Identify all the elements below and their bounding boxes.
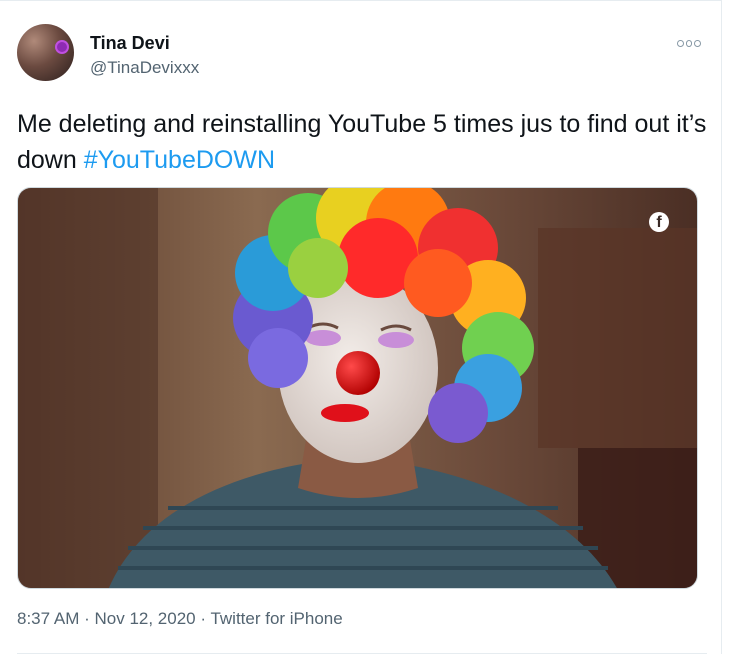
author-handle[interactable]: @TinaDevixxx	[90, 58, 199, 78]
hashtag-link[interactable]: #YouTubeDOWN	[84, 146, 275, 174]
tweet-meta: 8:37 AM · Nov 12, 2020 · Twitter for iPh…	[17, 609, 343, 629]
dot	[694, 39, 702, 47]
dot	[677, 39, 684, 47]
tweet-date[interactable]: Nov 12, 2020	[94, 609, 195, 628]
meme-image	[18, 188, 697, 588]
meta-separator: ·	[79, 609, 95, 628]
author-name[interactable]: Tina Devi	[90, 33, 170, 54]
dot	[685, 39, 693, 47]
avatar[interactable]	[17, 24, 74, 81]
meta-separator: ·	[195, 609, 211, 628]
facebook-icon: f	[649, 212, 669, 232]
tweet-time[interactable]: 8:37 AM	[17, 609, 79, 628]
tweet-card: Tina Devi @TinaDevixxx Me deleting and r…	[0, 0, 722, 654]
more-horizontal-icon[interactable]	[677, 39, 702, 47]
tweet-media[interactable]: f	[17, 187, 698, 589]
tweet-text: Me deleting and reinstalling YouTube 5 t…	[17, 106, 707, 178]
avatar-flower	[57, 42, 67, 52]
tweet-source[interactable]: Twitter for iPhone	[210, 609, 342, 628]
